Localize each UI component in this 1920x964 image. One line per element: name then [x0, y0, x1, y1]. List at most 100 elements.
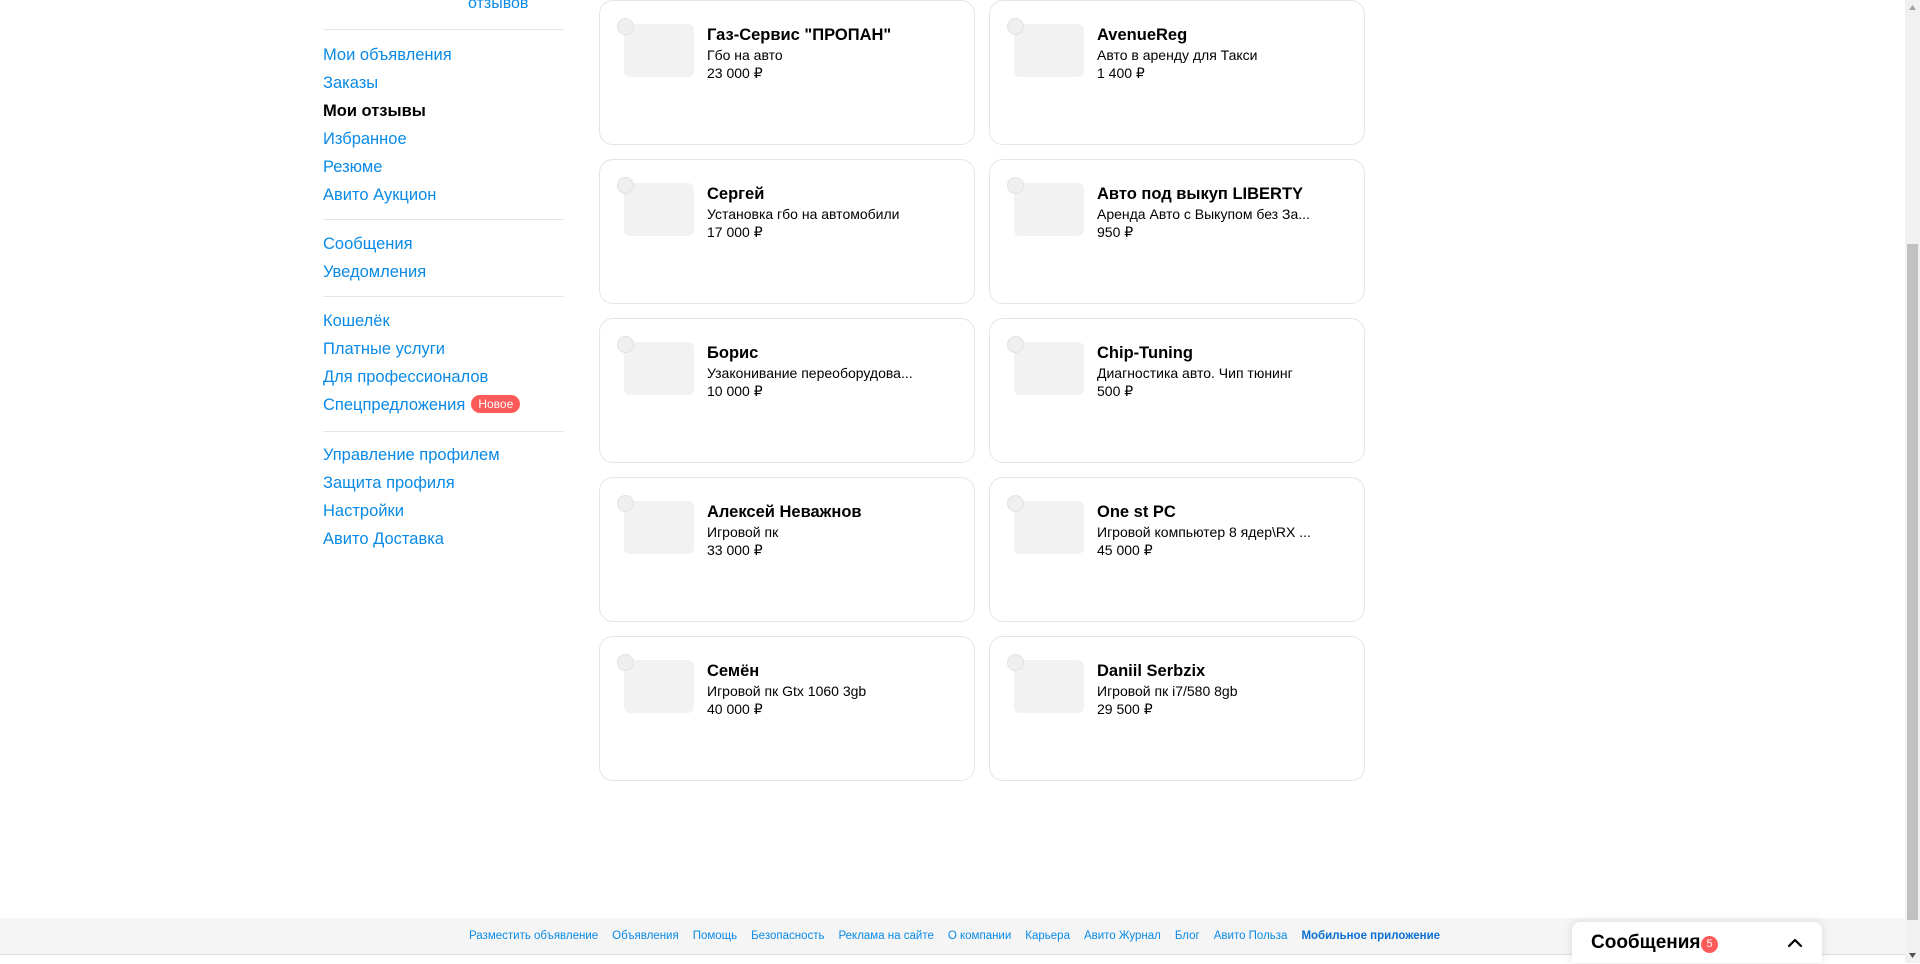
avatar [617, 495, 634, 512]
listing-price: 23 000 ₽ [707, 65, 763, 81]
footer-link-help[interactable]: Помощь [693, 929, 737, 943]
seller-name: Семён [707, 662, 760, 680]
seller-name: Борис [707, 344, 759, 362]
sidebar-item-paid-services[interactable]: Платные услуги [323, 335, 564, 363]
footer-links: Разместить объявление Объявления Помощь … [469, 929, 1440, 943]
footer-link-post-ad[interactable]: Разместить объявление [469, 929, 598, 943]
seller-name: Chip-Tuning [1097, 344, 1193, 362]
sidebar-item-messages[interactable]: Сообщения [323, 230, 564, 258]
review-card[interactable]: Сергей Установка гбо на автомобили 17 00… [599, 159, 975, 304]
listing-price: 17 000 ₽ [707, 224, 763, 240]
listing-thumbnail [624, 183, 694, 236]
footer-link-mobile-app[interactable]: Мобильное приложение [1301, 929, 1440, 943]
sidebar-group-profile: Управление профилем Защита профиля Настр… [323, 441, 564, 553]
sidebar-item-resume[interactable]: Резюме [323, 153, 564, 181]
listing-thumbnail [1014, 24, 1084, 77]
listing-thumbnail [624, 660, 694, 713]
footer-link-security[interactable]: Безопасность [751, 929, 824, 943]
sidebar-item-favorites[interactable]: Избранное [323, 125, 564, 153]
messages-widget[interactable]: Сообщения 5 [1572, 922, 1822, 963]
avatar [617, 177, 634, 194]
divider [323, 296, 564, 297]
review-card[interactable]: Газ-Сервис "ПРОПАН" Гбо на авто 23 000 ₽ [599, 0, 975, 145]
listing-price: 1 400 ₽ [1097, 65, 1145, 81]
avatar [617, 654, 634, 671]
seller-name: Сергей [707, 185, 765, 203]
seller-name: AvenueReg [1097, 26, 1188, 44]
scroll-down-arrow-icon[interactable] [1905, 947, 1920, 963]
footer-link-career[interactable]: Карьера [1025, 929, 1070, 943]
review-card[interactable]: One st PC Игровой компьютер 8 ядер\RX ..… [989, 477, 1365, 622]
footer-link-blog[interactable]: Блог [1175, 929, 1200, 943]
listing-price: 10 000 ₽ [707, 383, 763, 399]
listing-price: 29 500 ₽ [1097, 701, 1153, 717]
listing-title: Игровой пк Gtx 1060 3gb [707, 683, 867, 699]
seller-name: Газ-Сервис "ПРОПАН" [707, 26, 892, 44]
sidebar-item-profile-protection[interactable]: Защита профиля [323, 469, 564, 497]
footer-link-about[interactable]: О компании [948, 929, 1011, 943]
review-card[interactable]: Chip-Tuning Диагностика авто. Чип тюнинг… [989, 318, 1365, 463]
sidebar-group-communication: Сообщения Уведомления [323, 230, 564, 286]
sidebar-item-orders[interactable]: Заказы [323, 69, 564, 97]
listing-price: 950 ₽ [1097, 224, 1134, 240]
sidebar-item-settings[interactable]: Настройки [323, 497, 564, 525]
sidebar-item-notifications[interactable]: Уведомления [323, 258, 564, 286]
listing-title: Гбо на авто [707, 47, 783, 63]
footer-link-benefit[interactable]: Авито Польза [1214, 929, 1288, 943]
footer-link-journal[interactable]: Авито Журнал [1084, 929, 1161, 943]
seller-name: Авто под выкуп LIBERTY [1097, 185, 1304, 203]
divider [323, 29, 564, 30]
sidebar-item-my-reviews[interactable]: Мои отзывы [323, 97, 564, 125]
sidebar-group-services: Кошелёк Платные услуги Для профессионало… [323, 307, 564, 419]
sidebar-item-special-offers[interactable]: Спецпредложения Новое [323, 391, 564, 419]
new-badge: Новое [471, 395, 521, 414]
listing-thumbnail [624, 342, 694, 395]
sidebar-item-my-ads[interactable]: Мои объявления [323, 41, 564, 69]
listing-title: Аренда Авто с Выкупом без За... [1097, 206, 1310, 222]
avatar [1007, 654, 1024, 671]
scroll-up-arrow-icon[interactable] [1905, 0, 1920, 16]
listing-title: Игровой компьютер 8 ядер\RX ... [1097, 524, 1311, 540]
listing-title: Узаконивание переоборудова... [707, 365, 913, 381]
sidebar-group-ads: Мои объявления Заказы Мои отзывы Избранн… [323, 41, 564, 209]
sidebar-item-profile-management[interactable]: Управление профилем [323, 441, 564, 469]
review-card[interactable]: Семён Игровой пк Gtx 1060 3gb 40 000 ₽ [599, 636, 975, 781]
sidebar-item-auction[interactable]: Авито Аукцион [323, 181, 564, 209]
seller-name: Daniil Serbzix [1097, 662, 1206, 680]
review-card[interactable]: AvenueReg Авто в аренду для Такси 1 400 … [989, 0, 1365, 145]
seller-name: One st PC [1097, 503, 1176, 521]
listing-thumbnail [1014, 660, 1084, 713]
listing-price: 500 ₽ [1097, 383, 1134, 399]
listing-title: Установка гбо на автомобили [707, 206, 900, 222]
review-card[interactable]: Борис Узаконивание переоборудова... 10 0… [599, 318, 975, 463]
sidebar-item-label: Спецпредложения [323, 396, 466, 414]
listing-price: 45 000 ₽ [1097, 542, 1153, 558]
unread-count-badge: 5 [1701, 936, 1718, 953]
listing-thumbnail [624, 24, 694, 77]
sidebar-item-wallet[interactable]: Кошелёк [323, 307, 564, 335]
footer-link-advertising[interactable]: Реклама на сайте [838, 929, 933, 943]
reviews-count-link[interactable]: отзывов [468, 0, 528, 14]
review-card[interactable]: Авто под выкуп LIBERTY Аренда Авто с Вык… [989, 159, 1365, 304]
footer-link-ads[interactable]: Объявления [612, 929, 679, 943]
avatar [1007, 336, 1024, 353]
listing-thumbnail [1014, 501, 1084, 554]
scrollbar-thumb[interactable] [1907, 244, 1918, 920]
avatar [1007, 495, 1024, 512]
chevron-up-icon[interactable] [1785, 933, 1805, 953]
avatar [1007, 177, 1024, 194]
divider [323, 219, 564, 220]
review-card[interactable]: Daniil Serbzix Игровой пк i7/580 8gb 29 … [989, 636, 1365, 781]
listing-title: Игровой пк [707, 524, 779, 540]
sidebar-item-for-professionals[interactable]: Для профессионалов [323, 363, 564, 391]
listing-title: Авто в аренду для Такси [1097, 47, 1258, 63]
avatar [1007, 18, 1024, 35]
messages-widget-title: Сообщения [1591, 932, 1701, 953]
listing-thumbnail [1014, 342, 1084, 395]
sidebar-item-delivery[interactable]: Авито Доставка [323, 525, 564, 553]
review-card[interactable]: Алексей Неважнов Игровой пк 33 000 ₽ [599, 477, 975, 622]
listing-price: 33 000 ₽ [707, 542, 763, 558]
listing-thumbnail [1014, 183, 1084, 236]
divider [323, 431, 564, 432]
listing-thumbnail [624, 501, 694, 554]
